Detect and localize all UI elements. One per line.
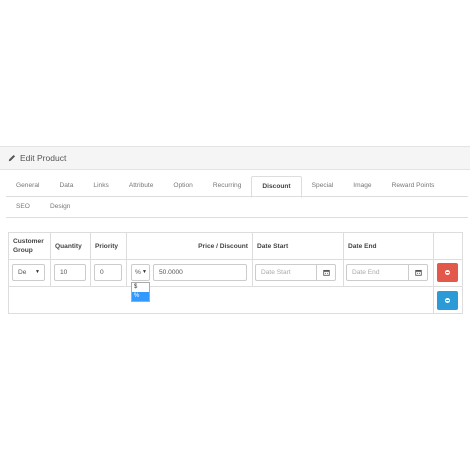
header-price-discount: Price / Discount (126, 232, 253, 260)
tab-reward-points[interactable]: Reward Points (382, 176, 445, 196)
tab-design[interactable]: Design (40, 197, 81, 217)
dropdown-option-percent[interactable]: % (132, 292, 149, 301)
tab-bar-row2: SEO Design (6, 197, 80, 219)
header-customer-group: Customer Group (8, 232, 51, 260)
quantity-value: 10 (60, 269, 68, 276)
header-priority: Priority (90, 232, 127, 260)
priority-input[interactable]: 0 (94, 264, 122, 281)
priority-value: 0 (100, 269, 104, 276)
customer-group-select[interactable]: De ▼ (12, 264, 45, 281)
customer-group-value: De (18, 269, 27, 276)
date-end-input[interactable]: Date End (346, 264, 428, 281)
tab-links[interactable]: Links (83, 176, 118, 196)
quantity-input[interactable]: 10 (54, 264, 86, 281)
discount-type-select[interactable]: % ▼ (131, 264, 150, 281)
header-date-start: Date Start (252, 232, 344, 260)
footer-spacer (8, 286, 434, 314)
header-action (433, 232, 463, 260)
price-value: 50.0000 (159, 269, 183, 276)
tab-image[interactable]: Image (343, 176, 381, 196)
panel-heading: Edit Product (0, 146, 470, 170)
chevron-down-icon: ▼ (142, 269, 147, 275)
discount-type-value: % (135, 269, 141, 276)
date-end-placeholder: Date End (352, 269, 380, 276)
tab-attribute[interactable]: Attribute (119, 176, 164, 196)
chevron-down-icon: ▼ (35, 269, 40, 275)
panel-title: Edit Product (20, 153, 67, 163)
header-customer-line1: Customer (13, 238, 44, 245)
header-customer-line2: Group (13, 247, 33, 254)
dropdown-option-dollar[interactable]: $ (132, 283, 149, 292)
header-date-end: Date End (343, 232, 434, 260)
date-start-placeholder: Date Start (261, 269, 291, 276)
tab-divider-2 (6, 217, 468, 218)
table-header-row: Customer Group Quantity Priority Price /… (8, 232, 463, 260)
date-start-input[interactable]: Date Start (255, 264, 336, 281)
tab-discount[interactable]: Discount (251, 176, 302, 198)
calendar-icon[interactable] (316, 265, 335, 280)
tab-general[interactable]: General (6, 176, 49, 196)
tab-bar: General Data Links Attribute Option Recu… (6, 176, 444, 198)
add-discount-button[interactable] (437, 291, 458, 310)
header-quantity: Quantity (50, 232, 91, 260)
tab-data[interactable]: Data (49, 176, 83, 196)
tab-special[interactable]: Special (302, 176, 344, 196)
tab-seo[interactable]: SEO (6, 197, 40, 217)
minus-circle-icon (445, 270, 450, 275)
price-input[interactable]: 50.0000 (153, 264, 247, 281)
remove-discount-button[interactable] (437, 263, 458, 282)
table-footer-row (8, 286, 463, 314)
tab-option[interactable]: Option (163, 176, 202, 196)
calendar-icon[interactable] (408, 265, 427, 280)
pencil-icon (8, 154, 16, 162)
discount-type-dropdown: $ % (131, 282, 150, 302)
tab-recurring[interactable]: Recurring (203, 176, 252, 196)
plus-circle-icon (445, 298, 450, 303)
